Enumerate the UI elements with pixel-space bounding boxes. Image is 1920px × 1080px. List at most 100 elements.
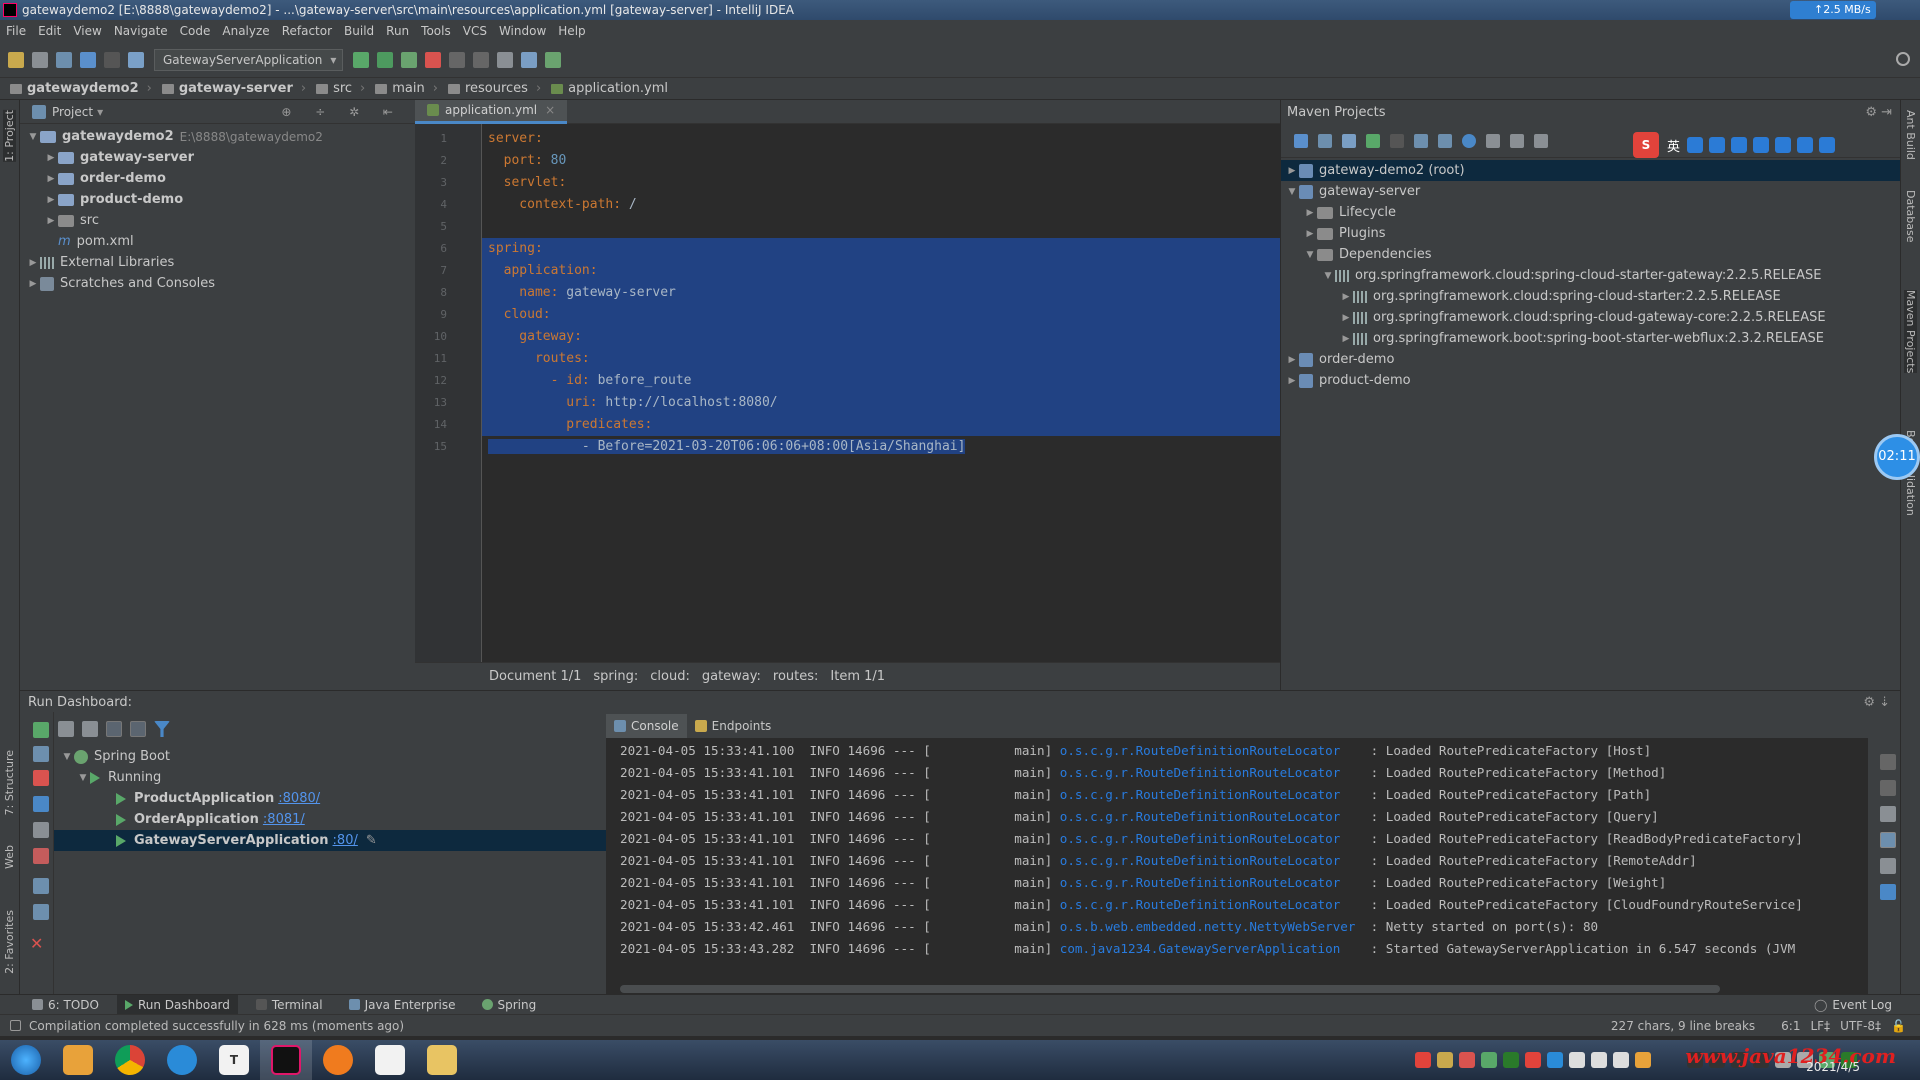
tray-icon[interactable] (1459, 1052, 1475, 1068)
taskbar-app[interactable] (156, 1040, 208, 1080)
skip-tests-icon[interactable] (1438, 133, 1452, 148)
project-view-select[interactable]: Project (52, 105, 93, 119)
rerun-icon[interactable] (33, 722, 49, 738)
dependency-diagram-icon[interactable] (1486, 133, 1500, 148)
maven-dependency[interactable]: ▶ org.springframework.cloud:spring-cloud-… (1281, 307, 1900, 328)
tree-item-order-demo[interactable]: ▶ order-demo (20, 168, 415, 189)
tab-todo[interactable]: 6: TODO (24, 995, 107, 1015)
tree-external-libraries[interactable]: ▶ External Libraries (20, 252, 415, 273)
crumb-spring[interactable]: spring: (593, 669, 638, 684)
maven-dependency[interactable]: ▶ org.springframework.cloud:spring-cloud-… (1281, 286, 1900, 307)
console-horizontal-scrollbar[interactable] (620, 985, 1720, 993)
soft-wrap-icon[interactable] (1880, 806, 1896, 822)
ime-keyboard-icon[interactable] (1753, 137, 1769, 153)
tray-icon[interactable] (1503, 1052, 1519, 1068)
menu-analyze[interactable]: Analyze (222, 24, 269, 38)
layout-icon[interactable] (33, 878, 49, 894)
run-icon[interactable] (33, 746, 49, 762)
ime-language[interactable]: 英 (1667, 136, 1680, 155)
tray-icon[interactable] (1591, 1052, 1607, 1068)
maven-item-product-demo[interactable]: ▶ product-demo (1281, 370, 1900, 391)
taskbar-date[interactable]: 2021/4/5 (1806, 1060, 1860, 1074)
taskbar-app[interactable] (260, 1040, 312, 1080)
menu-tools[interactable]: Tools (421, 24, 451, 38)
breadcrumb-project[interactable]: gatewaydemo2 › (10, 81, 152, 96)
scroll-up-icon[interactable] (1880, 754, 1896, 770)
run-maven-icon[interactable] (1390, 133, 1404, 148)
code-editor[interactable]: server: port: 80 servlet: context-path: … (482, 124, 1280, 662)
tree-item-pom[interactable]: m pom.xml (20, 231, 415, 252)
tool-windows-icon[interactable] (10, 1020, 21, 1031)
port-link[interactable]: :80/ (333, 833, 358, 848)
search-everywhere-icon[interactable] (1896, 52, 1910, 66)
menu-file[interactable]: File (6, 24, 26, 38)
filter-icon[interactable] (154, 721, 170, 737)
tray-icon[interactable] (1613, 1052, 1629, 1068)
ant-build-tool-tab[interactable]: Ant Build (1904, 110, 1917, 160)
ime-punctuation-icon[interactable] (1687, 137, 1703, 153)
file-encoding[interactable]: UTF-8‡ (1840, 1019, 1881, 1033)
stop-icon[interactable] (425, 51, 442, 68)
debug-icon[interactable] (377, 51, 394, 68)
group-by-config-icon[interactable] (106, 721, 122, 737)
tree-item-product-demo[interactable]: ▶ product-demo (20, 189, 415, 210)
floating-timer-widget[interactable]: 02:11 (1874, 434, 1920, 480)
crumb-gateway[interactable]: gateway: (702, 669, 761, 684)
tray-icon[interactable] (1525, 1052, 1541, 1068)
run-configuration-select[interactable]: GatewayServerApplication (154, 48, 344, 71)
maven-item-root[interactable]: ▶ gateway-demo2 (root) (1281, 160, 1900, 181)
menu-edit[interactable]: Edit (38, 24, 61, 38)
breadcrumb-file[interactable]: application.yml (551, 81, 668, 96)
restart-icon[interactable] (33, 822, 49, 838)
tray-icon[interactable] (1547, 1052, 1563, 1068)
exit-icon[interactable] (33, 848, 49, 864)
forward-arrow-icon[interactable] (104, 51, 120, 68)
collapse-all-icon[interactable] (82, 721, 98, 737)
taskbar-app[interactable] (312, 1040, 364, 1080)
back-arrow-icon[interactable] (80, 51, 96, 68)
port-link[interactable]: :8080/ (278, 791, 320, 806)
sogou-tray-icon[interactable] (1415, 1052, 1431, 1068)
ime-emoji-icon[interactable] (1709, 137, 1725, 153)
lifecycle-icon[interactable] (1462, 133, 1476, 148)
maven-item-dependencies[interactable]: ▼ Dependencies (1281, 244, 1900, 265)
web-tool-tab[interactable]: Web (3, 845, 16, 869)
build-project-icon[interactable] (128, 51, 144, 68)
open-folder-icon[interactable] (8, 51, 24, 68)
menu-build[interactable]: Build (344, 24, 374, 38)
ime-skin-icon[interactable] (1797, 137, 1813, 153)
taskbar-app[interactable] (416, 1040, 468, 1080)
menu-vcs[interactable]: VCS (463, 24, 487, 38)
menu-run[interactable]: Run (386, 24, 409, 38)
favorites-tool-tab[interactable]: 2: Favorites (3, 910, 16, 974)
crumb-item[interactable]: Item 1/1 (830, 669, 885, 684)
tree-item-gateway-server[interactable]: ▶ gateway-server (20, 147, 415, 168)
maven-item-plugins[interactable]: ▶ Plugins (1281, 223, 1900, 244)
breadcrumb-main[interactable]: main › (375, 81, 438, 96)
ime-tools-icon[interactable] (1819, 137, 1835, 153)
scroll-down-icon[interactable] (1880, 780, 1896, 796)
ime-user-icon[interactable] (1775, 137, 1791, 153)
ime-voice-icon[interactable] (1731, 137, 1747, 153)
tree-running[interactable]: ▼ Running (54, 767, 606, 788)
maven-projects-tool-tab[interactable]: Maven Projects (1904, 290, 1917, 374)
breadcrumb-src[interactable]: src › (316, 81, 365, 96)
close-icon[interactable]: ✕ (30, 934, 43, 953)
menu-navigate[interactable]: Navigate (114, 24, 168, 38)
taskbar-app[interactable]: T (208, 1040, 260, 1080)
pin-icon[interactable] (33, 904, 49, 920)
sync-icon[interactable] (56, 51, 72, 68)
structure-tool-tab[interactable]: 7: Structure (3, 750, 16, 815)
gear-icon[interactable]: ⚙ ⇣ (1863, 695, 1890, 710)
toggle-offline-icon[interactable] (1414, 133, 1428, 148)
caret-position[interactable]: 6:1 (1781, 1019, 1800, 1033)
scroll-to-end-icon[interactable] (1880, 832, 1896, 848)
collapse-all-icon[interactable] (1510, 133, 1524, 148)
project-tool-tab[interactable]: 1: Project (3, 110, 16, 162)
stop-icon[interactable] (33, 770, 49, 786)
maven-item-lifecycle[interactable]: ▶ Lifecycle (1281, 202, 1900, 223)
menu-help[interactable]: Help (558, 24, 585, 38)
maven-dependency[interactable]: ▶ org.springframework.boot:spring-boot-st… (1281, 328, 1900, 349)
maven-item-gateway-server[interactable]: ▼ gateway-server (1281, 181, 1900, 202)
gear-icon[interactable]: ⚙ ⇥ (1865, 105, 1892, 120)
